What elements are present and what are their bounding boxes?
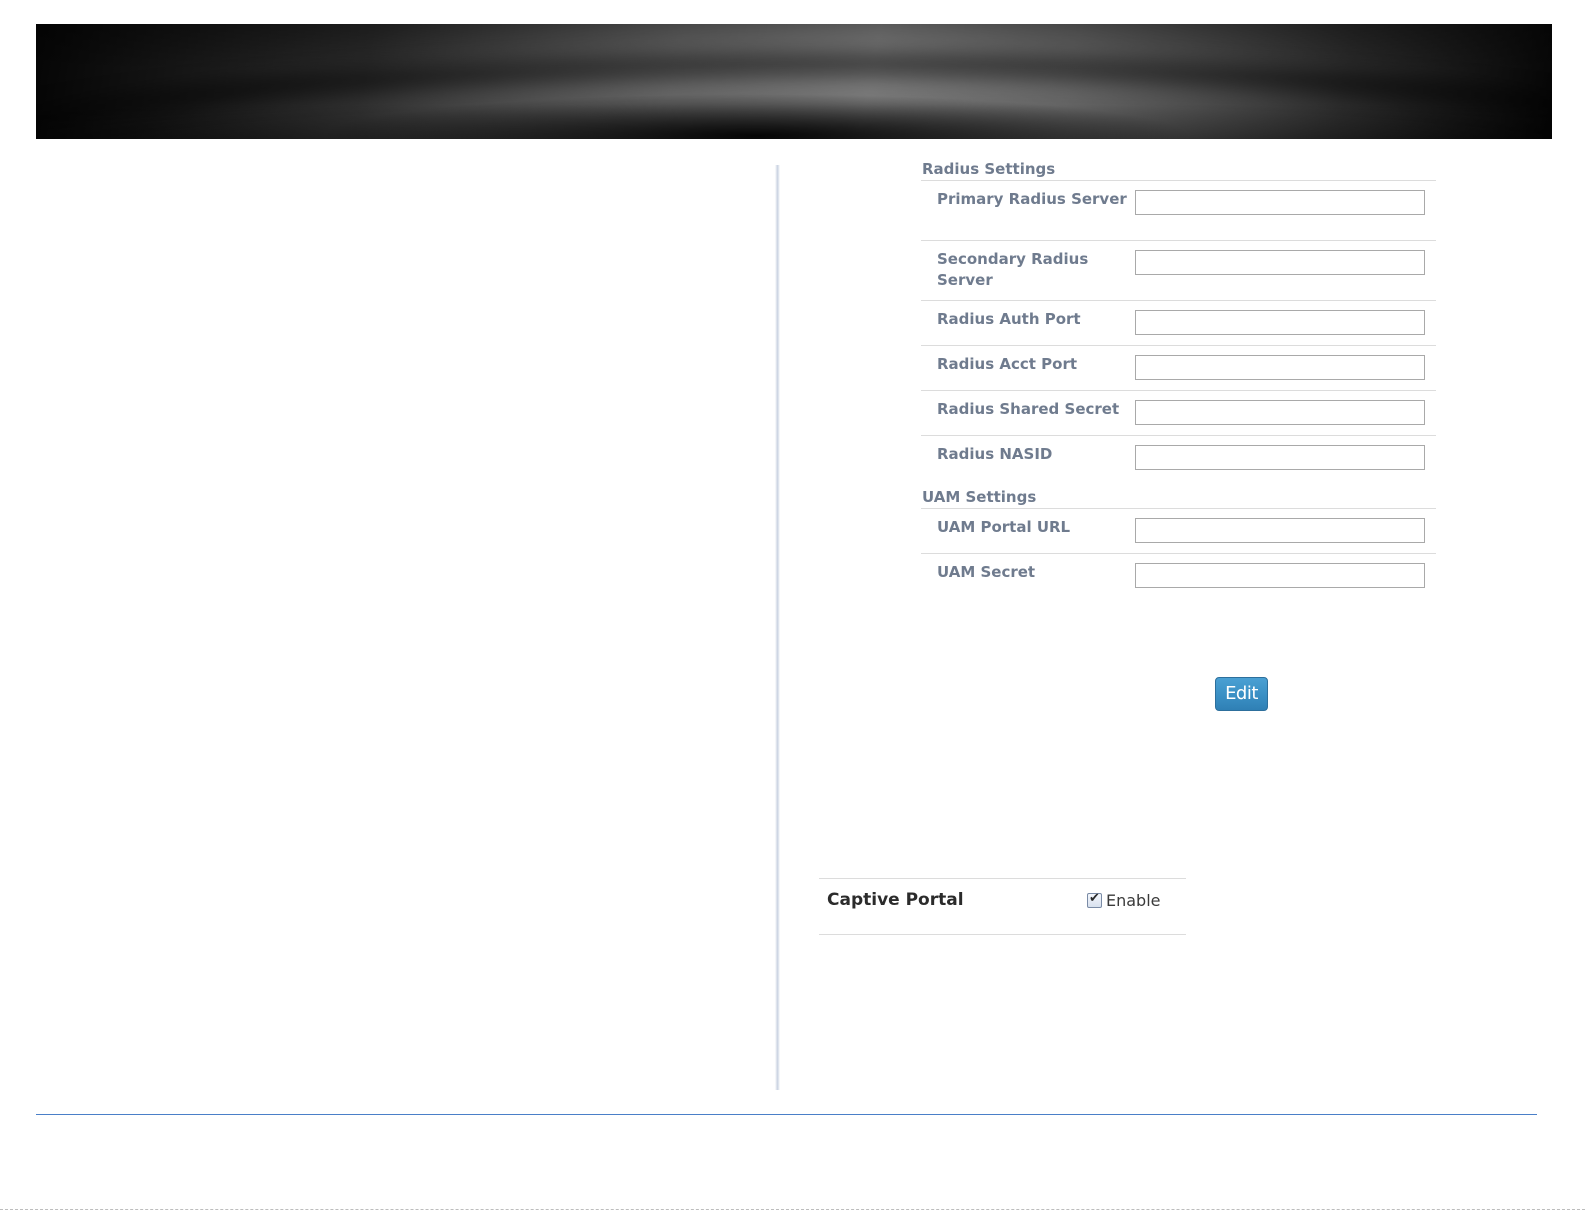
radius-auth-port-label: Radius Auth Port	[937, 310, 1081, 328]
settings-form: Radius Settings Primary Radius Server Se…	[921, 158, 1436, 598]
uam-secret-input[interactable]	[1135, 563, 1425, 588]
radius-acct-port-row: Radius Acct Port	[921, 346, 1436, 391]
edit-button[interactable]: Edit	[1215, 677, 1268, 711]
radius-nasid-label: Radius NASID	[937, 445, 1053, 463]
secondary-radius-server-row: Secondary Radius Server	[921, 241, 1436, 301]
secondary-radius-server-input[interactable]	[1135, 250, 1425, 275]
primary-radius-server-input[interactable]	[1135, 190, 1425, 215]
primary-radius-server-row: Primary Radius Server	[921, 181, 1436, 241]
footer-divider	[36, 1114, 1537, 1115]
uam-secret-row: UAM Secret	[921, 554, 1436, 598]
radius-shared-secret-input[interactable]	[1135, 400, 1425, 425]
page-bottom-dotted-line	[0, 1209, 1585, 1210]
page: Radius Settings Primary Radius Server Se…	[0, 0, 1585, 1225]
radius-nasid-input[interactable]	[1135, 445, 1425, 470]
radius-auth-port-row: Radius Auth Port	[921, 301, 1436, 346]
captive-portal-bottom-divider	[819, 934, 1186, 935]
radius-auth-port-input[interactable]	[1135, 310, 1425, 335]
radius-acct-port-label: Radius Acct Port	[937, 355, 1078, 373]
radius-nasid-row: Radius NASID	[921, 436, 1436, 480]
radius-settings-header: Radius Settings	[921, 158, 1436, 181]
captive-portal-enable-group[interactable]: ✔ Enable	[1087, 889, 1161, 911]
check-mark-icon: ✔	[1089, 890, 1100, 906]
secondary-radius-server-label: Secondary Radius Server	[937, 250, 1089, 289]
uam-secret-label: UAM Secret	[937, 563, 1036, 581]
captive-portal-enable-label[interactable]: Enable	[1106, 891, 1161, 910]
column-divider	[775, 165, 780, 1090]
captive-portal-enable-checkbox[interactable]: ✔	[1087, 890, 1102, 908]
uam-settings-header: UAM Settings	[921, 486, 1436, 509]
header-banner	[36, 24, 1552, 139]
primary-radius-server-label: Primary Radius Server	[937, 190, 1127, 208]
uam-portal-url-row: UAM Portal URL	[921, 509, 1436, 554]
radius-shared-secret-row: Radius Shared Secret	[921, 391, 1436, 436]
radius-shared-secret-label: Radius Shared Secret	[937, 400, 1120, 418]
radius-acct-port-input[interactable]	[1135, 355, 1425, 380]
captive-portal-label: Captive Portal	[827, 890, 964, 910]
captive-portal-top-divider	[819, 878, 1186, 879]
uam-portal-url-input[interactable]	[1135, 518, 1425, 543]
uam-portal-url-label: UAM Portal URL	[937, 518, 1071, 536]
